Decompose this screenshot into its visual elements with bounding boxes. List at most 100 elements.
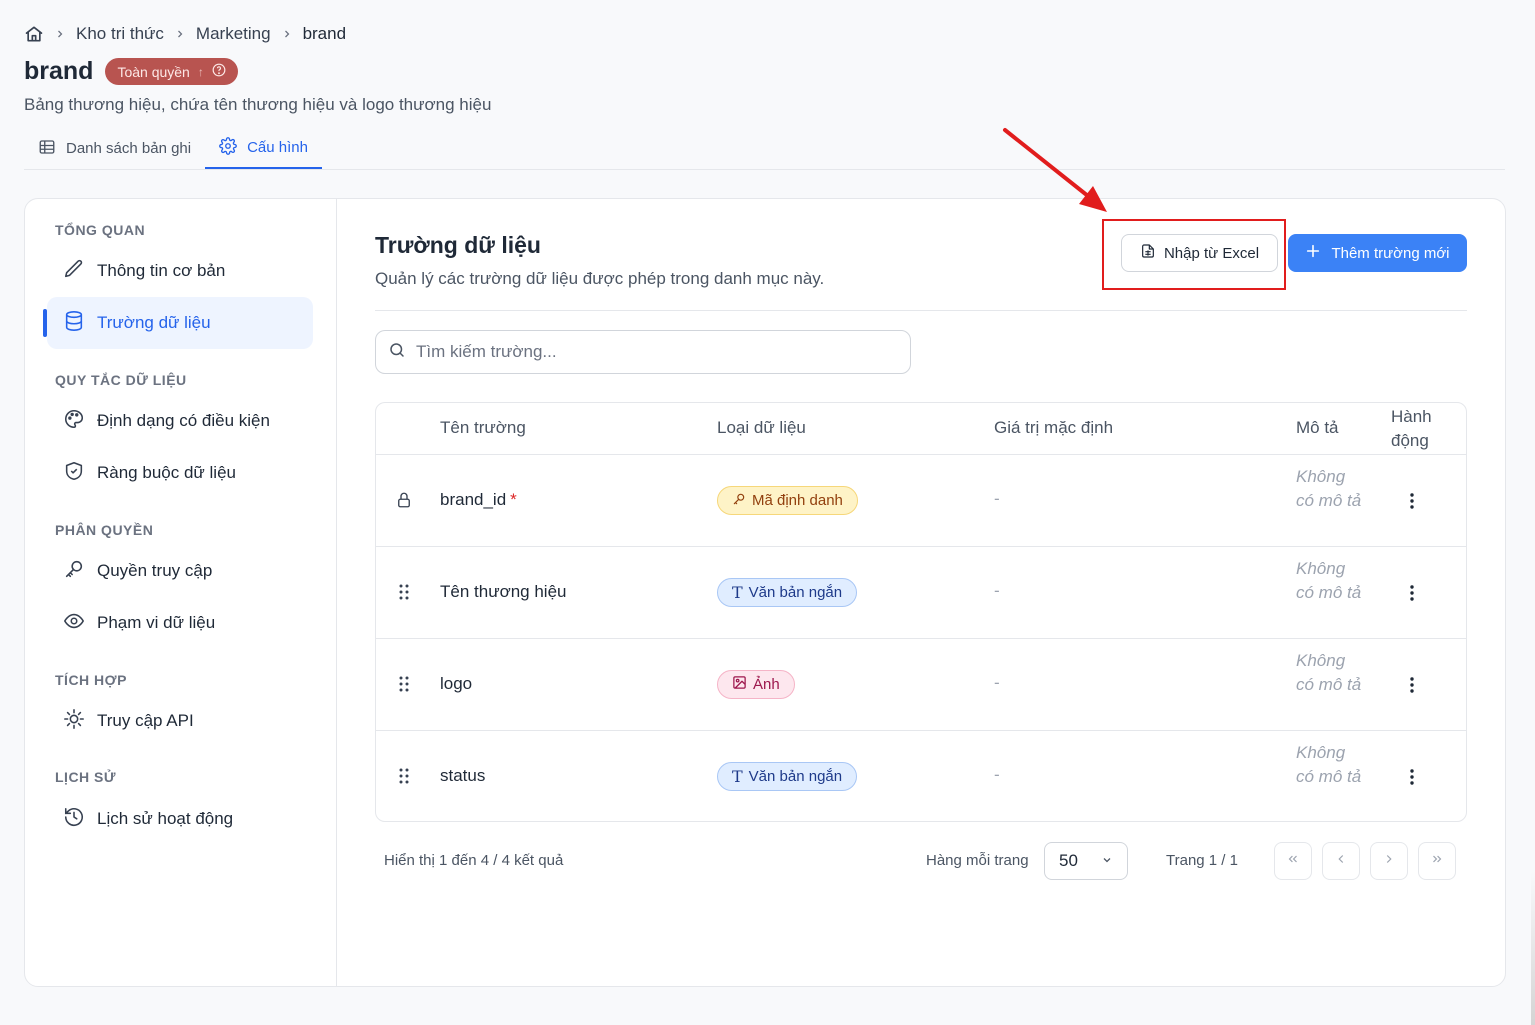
sidebar-item-api-access[interactable]: Truy cập API [47, 695, 313, 747]
sidebar-item-label: Phạm vi dữ liệu [97, 613, 216, 632]
drag-handle-icon[interactable] [394, 582, 414, 602]
chevron-right-icon [281, 28, 293, 40]
table-icon [38, 138, 56, 160]
key-icon [63, 558, 85, 585]
type-badge-label: Ảnh [753, 676, 780, 693]
rows-per-page-select[interactable]: 50 [1044, 842, 1128, 880]
sidebar-item-label: Quyền truy cập [97, 561, 213, 580]
sidebar-item-label: Ràng buộc dữ liệu [97, 463, 236, 482]
previous-page-button[interactable] [1322, 842, 1360, 880]
column-header-name[interactable]: Tên trường [440, 418, 526, 438]
type-badge: Ảnh [717, 670, 795, 699]
more-actions-icon[interactable] [1396, 672, 1428, 698]
chevron-right-icon [174, 28, 186, 40]
chevron-right-icon [1382, 852, 1396, 871]
more-actions-icon[interactable] [1396, 488, 1428, 514]
field-description: Không có mô tả [1296, 651, 1362, 694]
first-page-button[interactable] [1274, 842, 1312, 880]
sidebar-item-data-fields[interactable]: Trường dữ liệu [43, 297, 313, 349]
page-indicator: Trang 1 / 1 [1166, 852, 1238, 869]
last-page-button[interactable] [1418, 842, 1456, 880]
next-page-button[interactable] [1370, 842, 1408, 880]
drag-handle-icon[interactable] [394, 674, 414, 694]
more-actions-icon[interactable] [1396, 764, 1428, 790]
table-row: brand_id * Mã định danh - Không có mô tả [376, 455, 1466, 547]
tab-label: Cấu hình [247, 139, 308, 156]
sidebar-item-label: Trường dữ liệu [97, 313, 211, 332]
field-description: Không có mô tả [1296, 743, 1362, 786]
eye-icon [63, 610, 85, 637]
search-input[interactable] [416, 342, 896, 362]
arrow-up-icon: ↑ [197, 64, 204, 79]
sidebar-section-history: LỊCH SỬ [55, 769, 117, 785]
permission-badge[interactable]: Toàn quyền ↑ [105, 58, 238, 85]
chevron-left-icon [1334, 852, 1348, 871]
key-icon [732, 492, 746, 510]
field-description: Không có mô tả [1296, 559, 1362, 602]
sidebar-section-integration: TÍCH HỢP [55, 672, 127, 688]
window-edge [1531, 0, 1535, 1025]
more-actions-icon[interactable] [1396, 580, 1428, 606]
table-header: Tên trường Loại dữ liệu Giá trị mặc định… [376, 403, 1466, 455]
pencil-icon [63, 258, 85, 285]
breadcrumb-item-kho-tri-thuc[interactable]: Kho tri thức [76, 24, 164, 44]
rows-per-page-value: 50 [1059, 851, 1078, 870]
column-header-description[interactable]: Mô tả [1296, 418, 1339, 438]
default-value: - [994, 765, 1000, 784]
annotation-arrow-icon [1003, 128, 1107, 212]
title-row: brand Toàn quyền ↑ [24, 57, 238, 86]
permission-badge-label: Toàn quyền [117, 63, 190, 80]
text-icon: T [732, 767, 743, 786]
type-badge-label: Văn bản ngắn [748, 768, 843, 785]
file-spreadsheet-icon [1140, 243, 1156, 263]
drag-handle-icon[interactable] [394, 766, 414, 786]
field-name: Tên thương hiệu [440, 582, 567, 602]
help-icon[interactable] [212, 63, 226, 80]
add-field-button[interactable]: Thêm trường mới [1288, 234, 1467, 272]
sidebar-item-label: Lịch sử hoạt động [97, 809, 234, 828]
config-sidebar: TỔNG QUAN Thông tin cơ bản Trường dữ liệ… [25, 199, 337, 986]
type-badge: T Văn bản ngắn [717, 762, 858, 791]
palette-icon [63, 408, 85, 435]
breadcrumb-item-marketing[interactable]: Marketing [196, 24, 271, 44]
column-header-type[interactable]: Loại dữ liệu [717, 418, 806, 438]
field-name-text: status [440, 766, 486, 785]
field-name: logo [440, 674, 472, 694]
search-box[interactable] [375, 330, 911, 374]
sidebar-item-conditional-format[interactable]: Định dạng có điều kiện [47, 395, 313, 447]
sidebar-item-basic-info[interactable]: Thông tin cơ bản [47, 245, 313, 297]
fields-table: Tên trường Loại dữ liệu Giá trị mặc định… [375, 402, 1467, 822]
sidebar-item-label: Thông tin cơ bản [97, 261, 226, 280]
type-badge: T Văn bản ngắn [717, 578, 858, 607]
section-description: Quản lý các trường dữ liệu được phép tro… [375, 269, 825, 288]
home-icon[interactable] [24, 24, 44, 44]
api-icon [63, 708, 85, 735]
breadcrumb-item-current: brand [302, 24, 347, 43]
sidebar-item-activity-history[interactable]: Lịch sử hoạt động [47, 793, 313, 845]
sidebar-item-data-scope[interactable]: Phạm vi dữ liệu [47, 597, 313, 649]
import-excel-label: Nhập từ Excel [1163, 244, 1260, 262]
tab-record-list[interactable]: Danh sách bản ghi [24, 128, 205, 169]
sidebar-item-data-constraints[interactable]: Ràng buộc dữ liệu [47, 447, 313, 499]
sidebar-section-permissions: PHÂN QUYỀN [55, 522, 154, 538]
sidebar-item-access-rights[interactable]: Quyền truy cập [47, 545, 313, 597]
tab-configuration[interactable]: Cấu hình [205, 128, 322, 169]
fields-panel: Trường dữ liệu Quản lý các trường dữ liệ… [375, 199, 1467, 986]
search-icon [388, 341, 406, 364]
field-name-text: Tên thương hiệu [440, 582, 567, 601]
database-icon [63, 310, 85, 337]
field-name-text: brand_id [440, 490, 507, 509]
history-icon [63, 806, 85, 833]
gear-icon [219, 136, 237, 159]
sidebar-item-label: Truy cập API [97, 711, 194, 730]
required-marker: * [510, 490, 517, 509]
page-title: brand [24, 57, 94, 85]
column-header-default[interactable]: Giá trị mặc định [994, 418, 1113, 438]
rows-per-page-label: Hàng mỗi trang [926, 852, 1029, 869]
field-description: Không có mô tả [1296, 467, 1362, 510]
chevron-down-icon [1101, 851, 1113, 871]
results-summary: Hiển thị 1 đến 4 / 4 kết quả [384, 852, 564, 869]
column-header-actions: Hành động [1391, 407, 1432, 450]
plus-icon [1305, 243, 1321, 263]
import-excel-button[interactable]: Nhập từ Excel [1121, 234, 1278, 272]
